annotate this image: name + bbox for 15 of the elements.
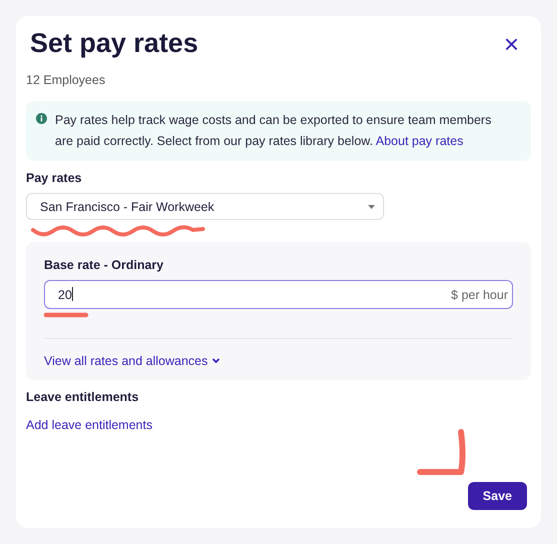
view-rates-link[interactable]: View all rates and allowances xyxy=(44,354,513,368)
chevron-down-icon xyxy=(212,358,220,364)
add-leave-link[interactable]: Add leave entitlements xyxy=(26,418,152,432)
field-label: Base rate - Ordinary xyxy=(44,258,164,272)
about-pay-rates-link[interactable]: About pay rates xyxy=(376,134,464,148)
underline-annotation xyxy=(43,312,89,318)
dialog-title: Set pay rates xyxy=(30,28,198,59)
close-button[interactable]: × xyxy=(504,30,531,56)
caret-icon xyxy=(368,204,375,208)
info-icon xyxy=(36,113,47,124)
field-label: Pay rates xyxy=(26,171,83,185)
section-label: Leave entitlements xyxy=(26,390,140,404)
employee-count: 12 Employees xyxy=(26,73,106,87)
save-button[interactable]: Save xyxy=(468,482,527,510)
info-text: Pay rates help track wage costs and can be exported to ensure team members are paid correctly. Select from our pay rates library below. About pay rates xyxy=(55,112,492,150)
